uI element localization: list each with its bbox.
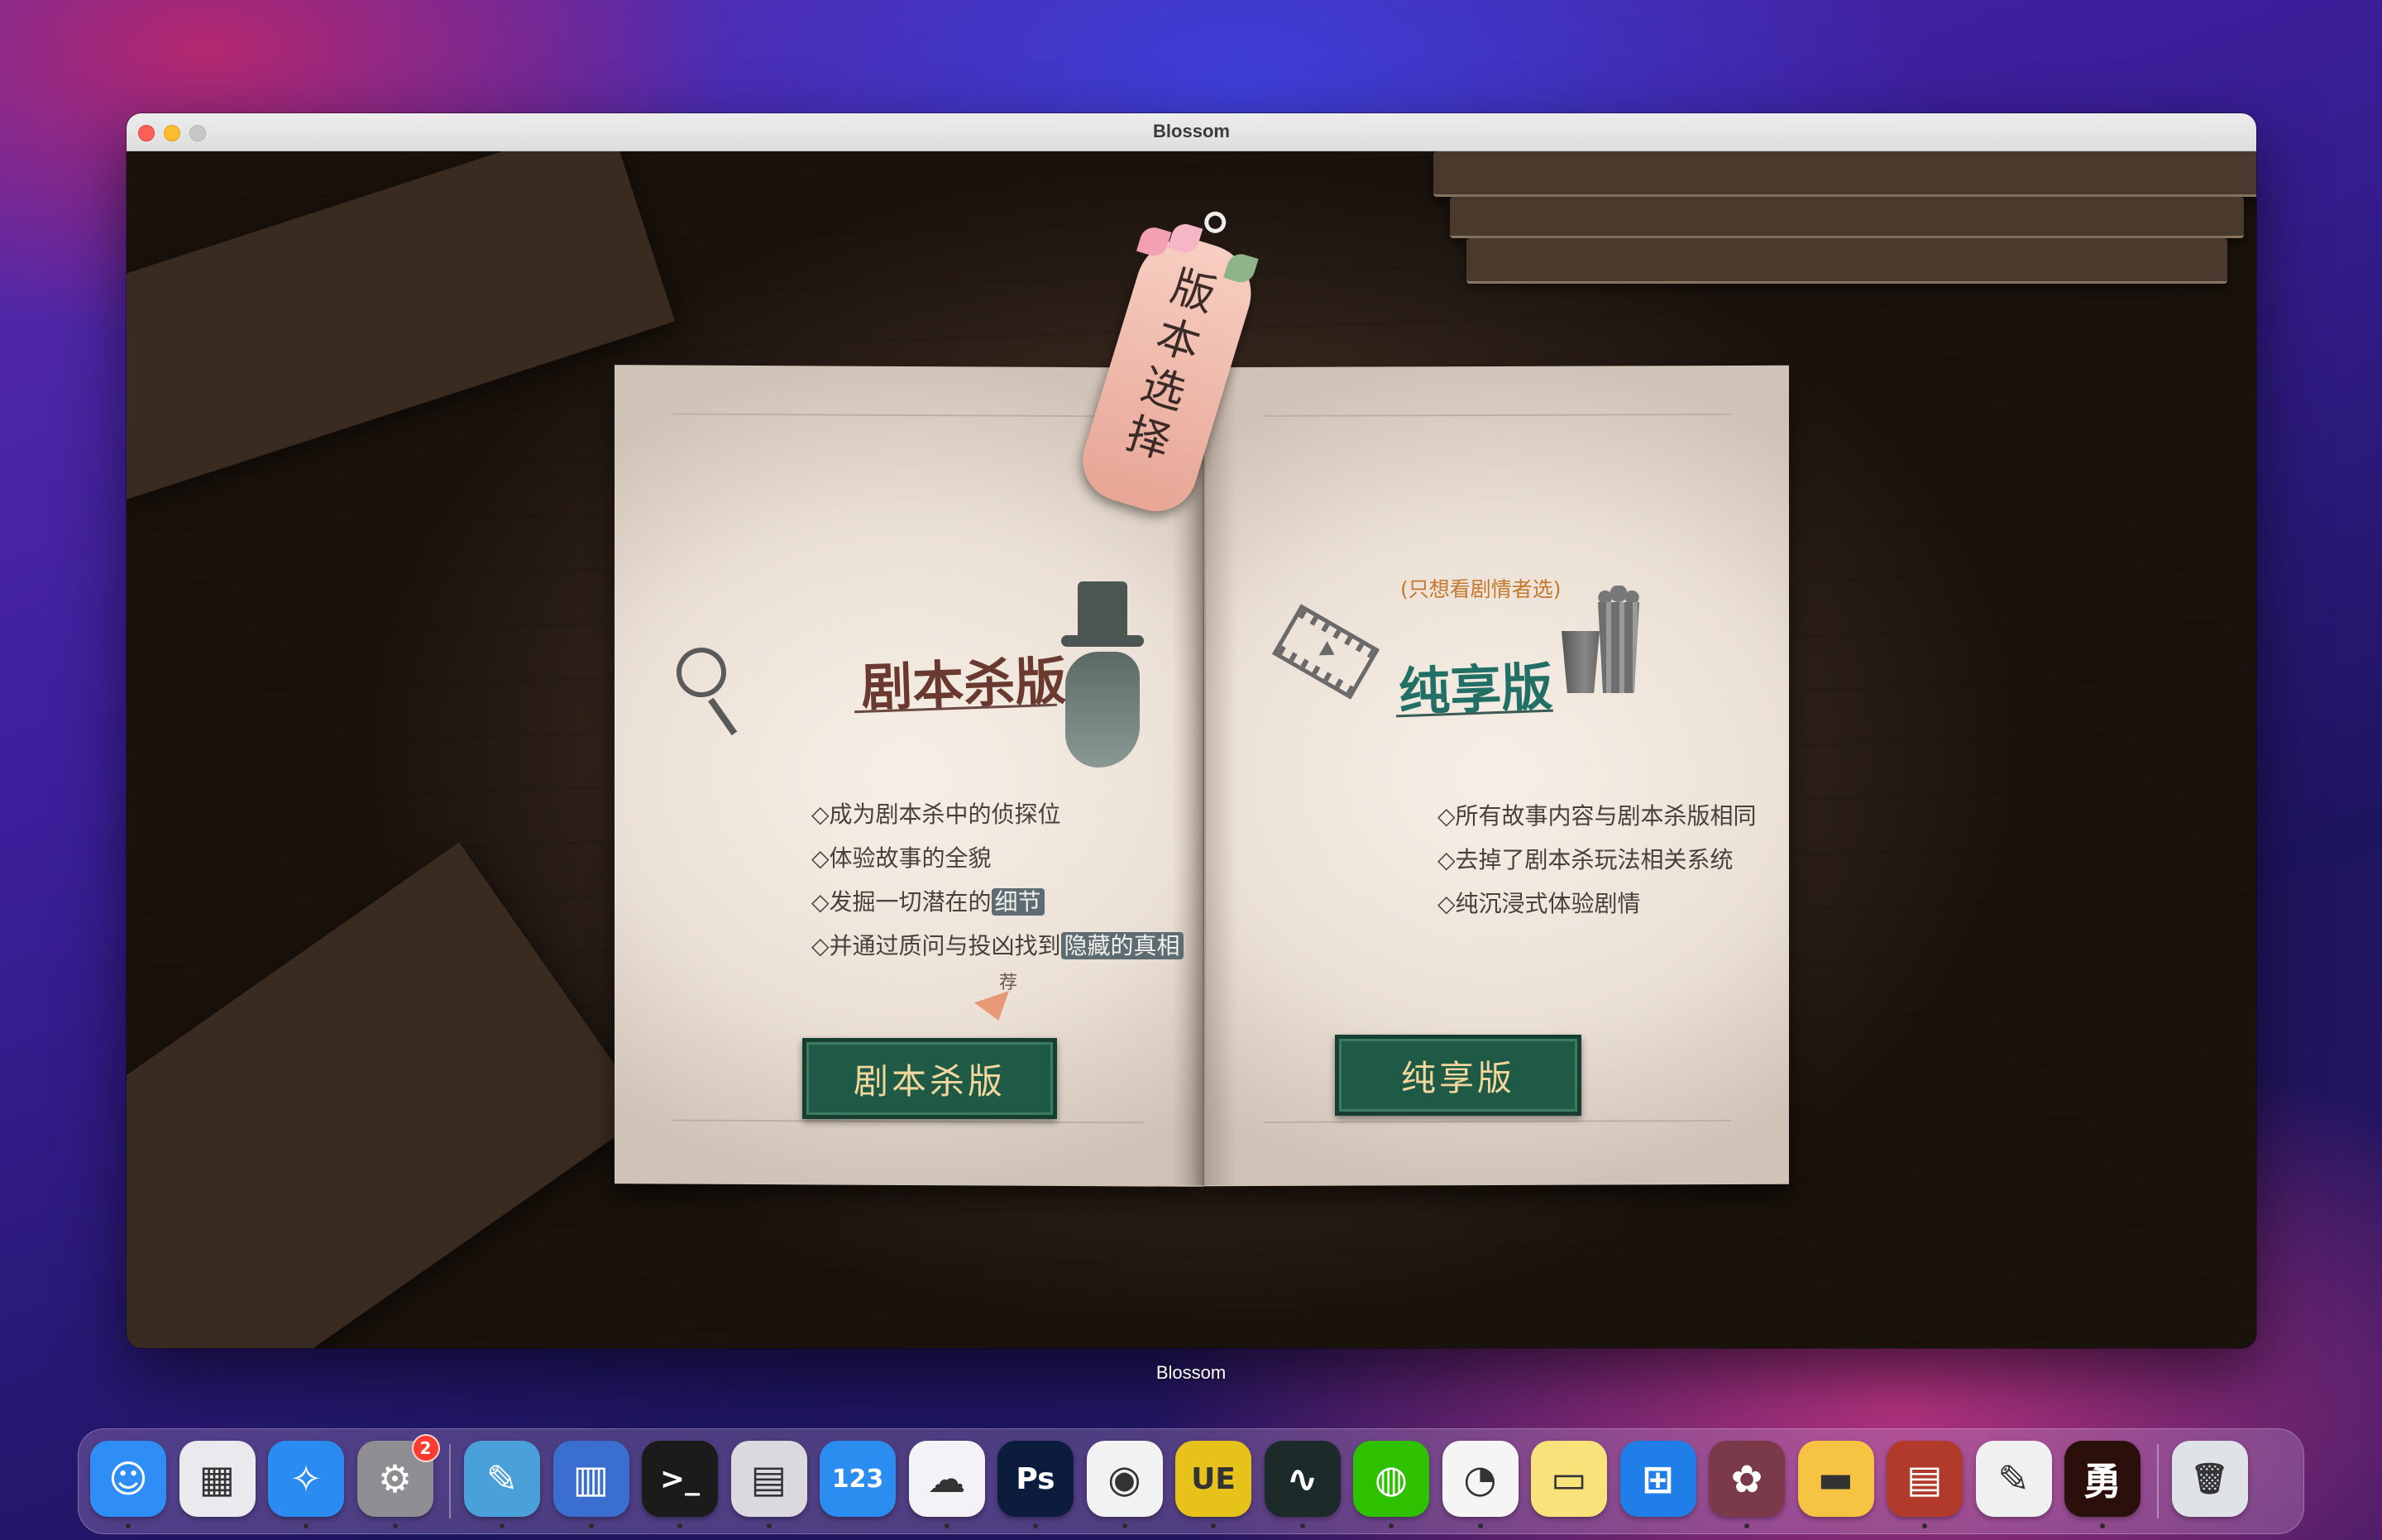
game-scene: 剧本杀版 ◇成为剧本杀中的侦探位 ◇体验故事的全貌 ◇发掘一切潜在的 细节 ◇并通… [127,151,2256,1348]
running-indicator [1299,1523,1305,1528]
running-indicator [1477,1523,1483,1528]
running-indicator [1211,1523,1216,1528]
photoshop-icon[interactable]: Ps [997,1441,1074,1517]
feature-text: ◇成为剧本杀中的侦探位 [811,801,1061,828]
recommended-label: 荐 [999,973,1018,993]
running-indicator [1389,1523,1394,1528]
pure-version-button[interactable]: 纯享版 [1335,1035,1581,1116]
book-stack [1450,197,2244,238]
archive-utility-icon[interactable]: ▤ [1887,1441,1963,1517]
feature-item: ◇体验故事的全貌 [811,836,1184,880]
running-indicator [1744,1523,1749,1528]
book-stack [1433,151,2256,197]
window-caption: Blossom [1155,1362,1227,1383]
numbers-icon[interactable]: 123 [820,1441,896,1517]
running-indicator [677,1523,682,1528]
running-indicator [588,1523,594,1528]
pure-version-features: ◇所有故事内容与剧本杀版相同 ◇去掉了剧本杀玩法相关系统 ◇纯沉浸式体验剧情 [1437,794,1757,925]
running-indicator [766,1523,772,1528]
running-indicator [1033,1523,1038,1528]
folder-icon[interactable]: ▬ [1797,1441,1874,1517]
app-window: Blossom 剧本杀版 ◇成为剧本杀中的侦探位 ◇体验故事的全貌 ◇发掘一切潜… [127,113,2256,1348]
feature-item: ◇纯沉浸式体验剧情 [1437,890,1641,917]
dock-separator [449,1444,451,1518]
version-select-book [615,365,1789,1193]
activity-monitor-icon[interactable]: ∿ [1264,1441,1341,1517]
running-indicator [500,1523,505,1528]
scanner-icon[interactable]: ▤ [730,1441,807,1517]
story-only-note: (只想看剧情者选) [1400,577,1562,601]
feature-item: ◇成为剧本杀中的侦探位 [811,792,1184,836]
trash-icon[interactable]: 🗑 [2171,1441,2248,1517]
feature-text: ◇体验故事的全貌 [811,844,992,872]
running-indicator [1922,1523,1927,1528]
page-rule [1264,414,1731,417]
finder-icon[interactable]: ☺ [90,1441,166,1517]
title-bar[interactable]: Blossom [127,113,2256,151]
feature-highlight: 细节 [991,888,1045,916]
terminal-icon[interactable]: >_ [642,1441,718,1517]
script-murder-version-button[interactable]: 剧本杀版 [802,1038,1057,1119]
feature-highlight: 隐藏的真相 [1060,932,1184,959]
notification-badge: 2 [411,1434,440,1462]
feature-text: ◇并通过质问与投凶找到 [811,932,1061,959]
page-rule [1264,1120,1731,1123]
running-indicator [944,1523,949,1528]
qq-icon[interactable]: ◔ [1442,1441,1519,1517]
running-indicator [2100,1523,2105,1528]
wechat-icon[interactable]: ◍ [1353,1441,1429,1517]
window-title: Blossom [1153,121,1230,141]
launchpad-icon[interactable]: ▦ [179,1441,256,1517]
running-indicator [126,1523,131,1528]
chrome-icon[interactable]: ◉ [1086,1441,1163,1517]
game-yong-icon[interactable]: 勇 [2064,1441,2140,1517]
safari-icon[interactable]: ✧ [268,1441,344,1517]
page-rule [672,413,1145,418]
windows-app-icon[interactable]: ⊞ [1619,1441,1696,1517]
feature-item: ◇并通过质问与投凶找到 隐藏的真相 [811,924,1184,968]
script-murder-features: ◇成为剧本杀中的侦探位 ◇体验故事的全貌 ◇发掘一切潜在的 细节 ◇并通过质问与投… [811,792,1184,968]
baidu-netdisk-icon[interactable]: ☁ [908,1441,985,1517]
detective-silhouette-icon [1057,581,1148,772]
feature-item: ◇去掉了剧本杀玩法相关系统 [1437,846,1734,873]
dock: ☺ ▦ ✧ ⚙ 2 ✎ ▥ >_ ▤ 123 ☁ Ps ◉ UE ∿ ◍ ◔ ▭ ⊞ ✿ ▬ ▤ ✎ 勇 🗑 [78,1428,2304,1534]
page-rule [672,1119,1145,1124]
running-indicator [392,1523,398,1528]
book-stack [1466,238,2227,284]
running-indicator [1122,1523,1127,1528]
popcorn-icon [1562,586,1641,693]
textedit-icon[interactable]: ✎ [1975,1441,2052,1517]
feature-item: ◇发掘一切潜在的 细节 [811,880,1184,924]
blossom-game-icon[interactable]: ✿ [1709,1441,1785,1517]
feature-text: ◇发掘一切潜在的 [811,888,992,916]
notes-icon[interactable]: ▭ [1531,1441,1607,1517]
pixelmator-icon[interactable]: ✎ [464,1441,540,1517]
feature-item: ◇所有故事内容与剧本杀版相同 [1437,802,1757,830]
unreal-engine-icon[interactable]: UE [1175,1441,1251,1517]
system-preferences-icon[interactable]: ⚙ 2 [356,1434,440,1517]
dock-separator [2156,1444,2159,1518]
parallels-icon[interactable]: ▥ [552,1441,629,1517]
running-indicator [304,1523,309,1528]
